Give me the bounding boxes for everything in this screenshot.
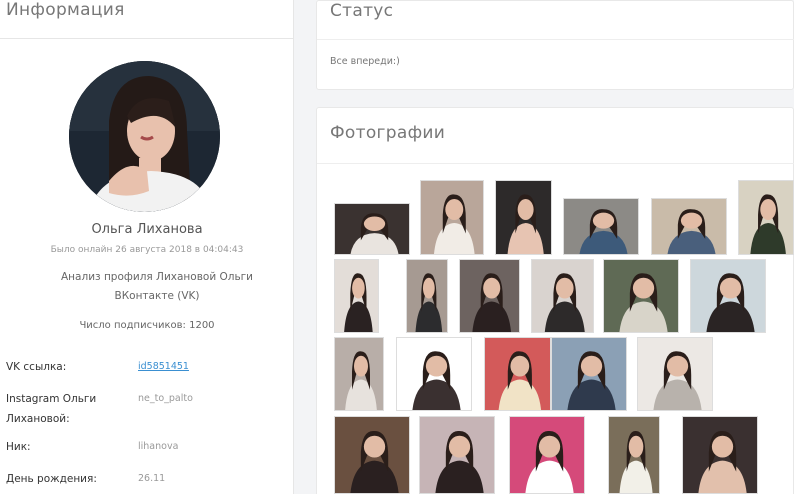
instagram-value: ne_to_palto [138,393,193,404]
photo-thumbnail[interactable] [334,203,410,255]
profile-analysis-text: Анализ профиля Лихановой Ольги ВКонтакте… [61,271,253,302]
photo-thumbnail[interactable] [420,180,484,255]
photos-divider [317,163,794,164]
vk-profile-link[interactable]: id5851451 [138,357,189,377]
photo-thumbnail[interactable] [509,416,585,494]
photo-image [412,351,461,410]
photo-thumbnail[interactable] [459,259,520,333]
photo-thumbnail[interactable] [651,198,727,255]
photo-image [498,351,542,410]
photo-thumbnail[interactable] [334,416,410,494]
photo-thumbnail[interactable] [334,337,384,411]
photo-image [525,430,574,493]
info-title: Информация [6,0,125,20]
photo-thumbnail[interactable] [690,259,766,333]
last-seen-text: Было онлайн 26 августа 2018 в 04:04:43 [50,245,244,255]
photo-thumbnail[interactable] [608,416,660,494]
subscribers-count: Число подписчиков: 1200 [79,320,215,331]
info-label: VK ссылка: [6,361,67,373]
photo-thumbnail[interactable] [563,198,639,255]
photo-thumbnail[interactable] [531,259,594,333]
status-card: Статус Все впереди:) [316,0,794,90]
photo-image [698,430,747,493]
birthday-value: 26.11 [138,473,166,484]
photo-thumbnail[interactable] [603,259,679,333]
photo-image [619,273,668,332]
photo-image [507,194,544,254]
photo-image [750,194,786,254]
profile-avatar [69,61,220,212]
photo-thumbnail[interactable] [334,259,379,333]
info-label: Instagram Ольги Лихановой: [6,393,97,425]
info-label: Ник: [6,441,31,453]
photo-image [350,213,399,254]
photo-image [567,351,616,410]
photo-image [435,430,484,493]
photo-thumbnail[interactable] [495,180,552,255]
photo-image [706,273,755,332]
nickname-value: lihanova [138,441,179,452]
photo-image [667,209,716,254]
photo-thumbnail[interactable] [396,337,472,411]
photos-title: Фотографии [330,123,446,143]
photo-image [434,194,475,254]
profile-name: Ольга Лиханова [91,222,203,237]
photo-image [344,273,373,332]
photo-thumbnail[interactable] [419,416,495,494]
status-divider [317,39,794,40]
status-title: Статус [330,1,394,21]
photo-thumbnail[interactable] [637,337,713,411]
info-divider [0,38,294,39]
photo-image [619,430,653,493]
photo-thumbnail[interactable] [738,180,794,255]
info-label: День рождения: [6,473,97,485]
photo-image [415,273,443,332]
photo-image [350,430,399,493]
photo-image [472,273,512,332]
photo-image [544,273,585,332]
photo-thumbnail[interactable] [406,259,448,333]
photo-thumbnail[interactable] [682,416,758,494]
photo-image [653,351,702,410]
photo-image [579,209,628,254]
info-card: Информация Ольга Лиханова Было онлайн 26… [0,0,294,494]
photo-thumbnail[interactable] [551,337,627,411]
status-text: Все впереди:) [330,56,400,67]
photo-image [345,351,377,410]
photo-thumbnail[interactable] [484,337,551,411]
